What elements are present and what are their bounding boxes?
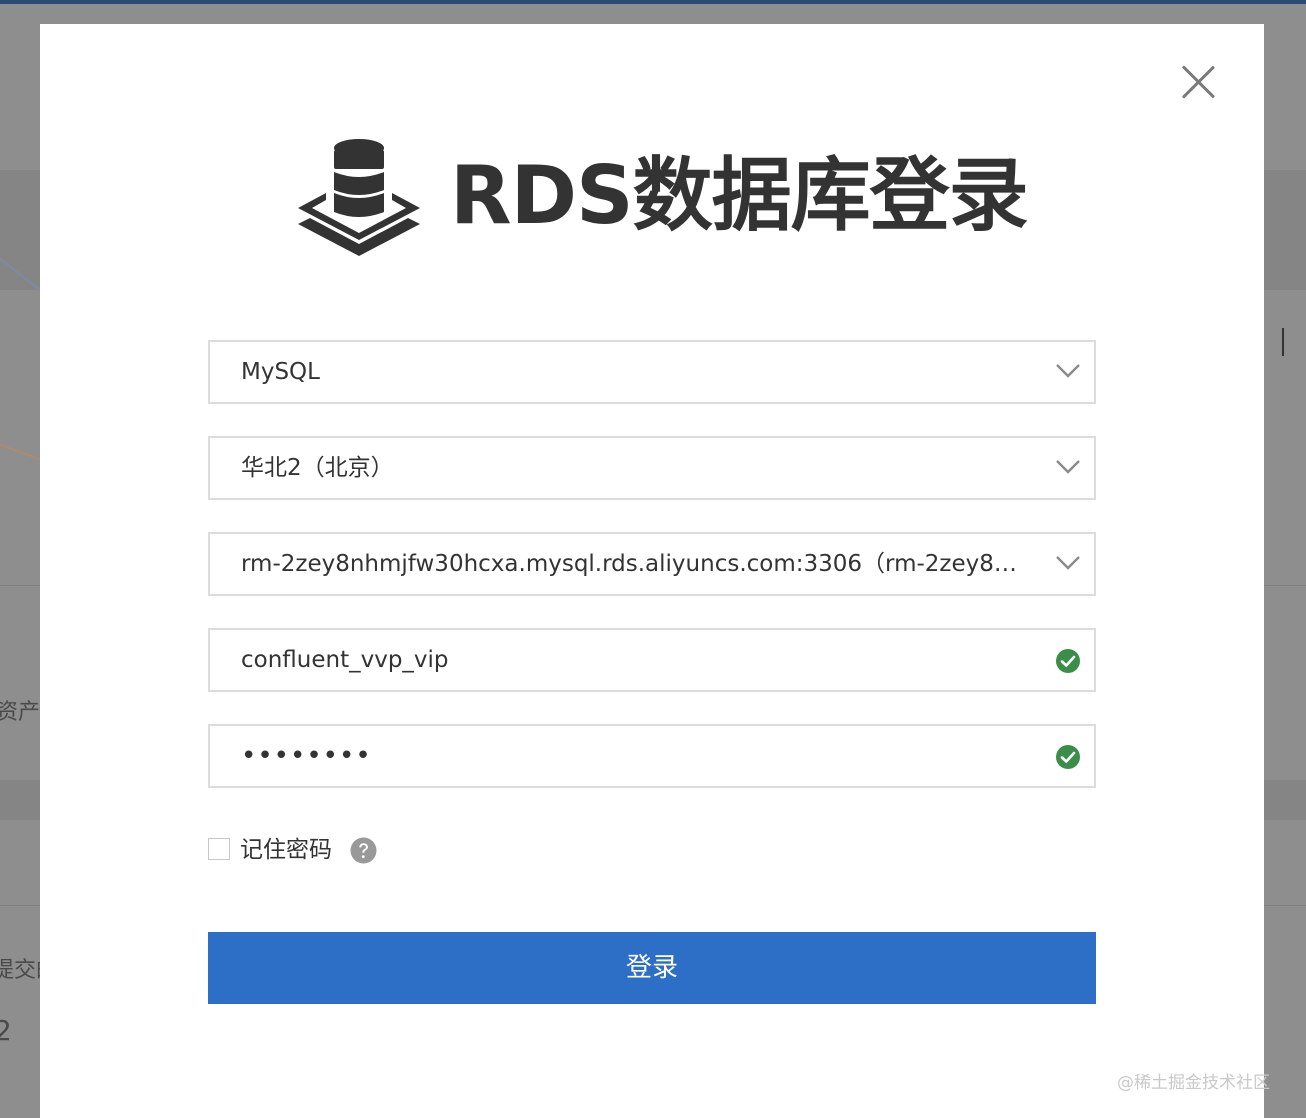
check-circle-icon xyxy=(1056,745,1080,769)
background-text: 2 xyxy=(0,1014,12,1047)
page-title: RDS数据库登录 xyxy=(450,149,1029,242)
chevron-down-icon[interactable] xyxy=(1055,554,1081,572)
background-text-cursor xyxy=(1282,328,1284,356)
background-text: 资产 xyxy=(0,700,41,725)
db-type-value: MySQL xyxy=(241,359,320,385)
instance-select[interactable]: rm-2zey8nhmjfw30hcxa.mysql.rds.aliyuncs.… xyxy=(208,532,1096,596)
check-circle-icon xyxy=(1056,649,1080,673)
username-field[interactable] xyxy=(208,628,1096,692)
region-value: 华北2（北京） xyxy=(241,455,394,481)
background-topbar xyxy=(0,0,1306,4)
remember-password-label[interactable]: 记住密码 xyxy=(240,832,332,868)
instance-value: rm-2zey8nhmjfw30hcxa.mysql.rds.aliyuncs.… xyxy=(241,551,1021,577)
remember-password-checkbox[interactable] xyxy=(208,838,230,860)
close-icon[interactable] xyxy=(1179,63,1217,101)
chevron-down-icon[interactable] xyxy=(1055,458,1081,476)
database-stack-icon xyxy=(298,139,420,256)
login-button[interactable]: 登录 xyxy=(208,932,1096,1004)
password-field[interactable] xyxy=(208,724,1096,788)
region-select[interactable]: 华北2（北京） xyxy=(208,436,1096,500)
chevron-down-icon[interactable] xyxy=(1055,362,1081,380)
question-circle-icon[interactable] xyxy=(350,837,377,864)
db-type-select[interactable]: MySQL xyxy=(208,340,1096,404)
username-input[interactable] xyxy=(241,630,1021,690)
rds-login-dialog: RDS数据库登录 MySQL 华北2（北京） rm-2zey8nhmjfw30h… xyxy=(40,24,1264,1118)
password-input[interactable] xyxy=(241,726,1021,786)
watermark: @稀土掘金技术社区 xyxy=(1117,1073,1270,1093)
